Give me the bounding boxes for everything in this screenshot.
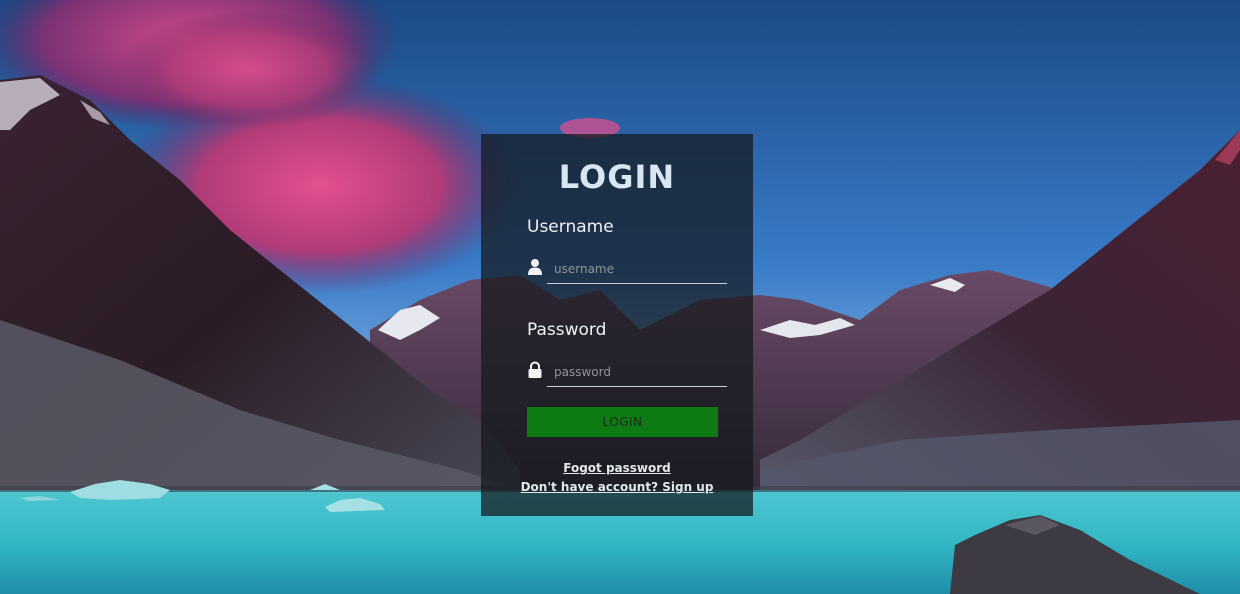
username-row (527, 258, 727, 284)
password-input[interactable] (547, 361, 727, 387)
password-row (527, 361, 727, 387)
user-icon (527, 258, 543, 278)
login-button[interactable]: LOGIN (527, 407, 718, 437)
forgot-password-link[interactable]: Fogot password (481, 461, 753, 475)
lock-icon (527, 361, 543, 381)
login-title: LOGIN (558, 158, 676, 196)
login-card: LOGIN Username Password LOGIN Fogot pass… (481, 134, 753, 516)
password-label: Password (527, 320, 607, 340)
username-input[interactable] (547, 258, 727, 284)
signup-link[interactable]: Don't have account? Sign up (481, 480, 753, 494)
username-label: Username (527, 217, 614, 237)
